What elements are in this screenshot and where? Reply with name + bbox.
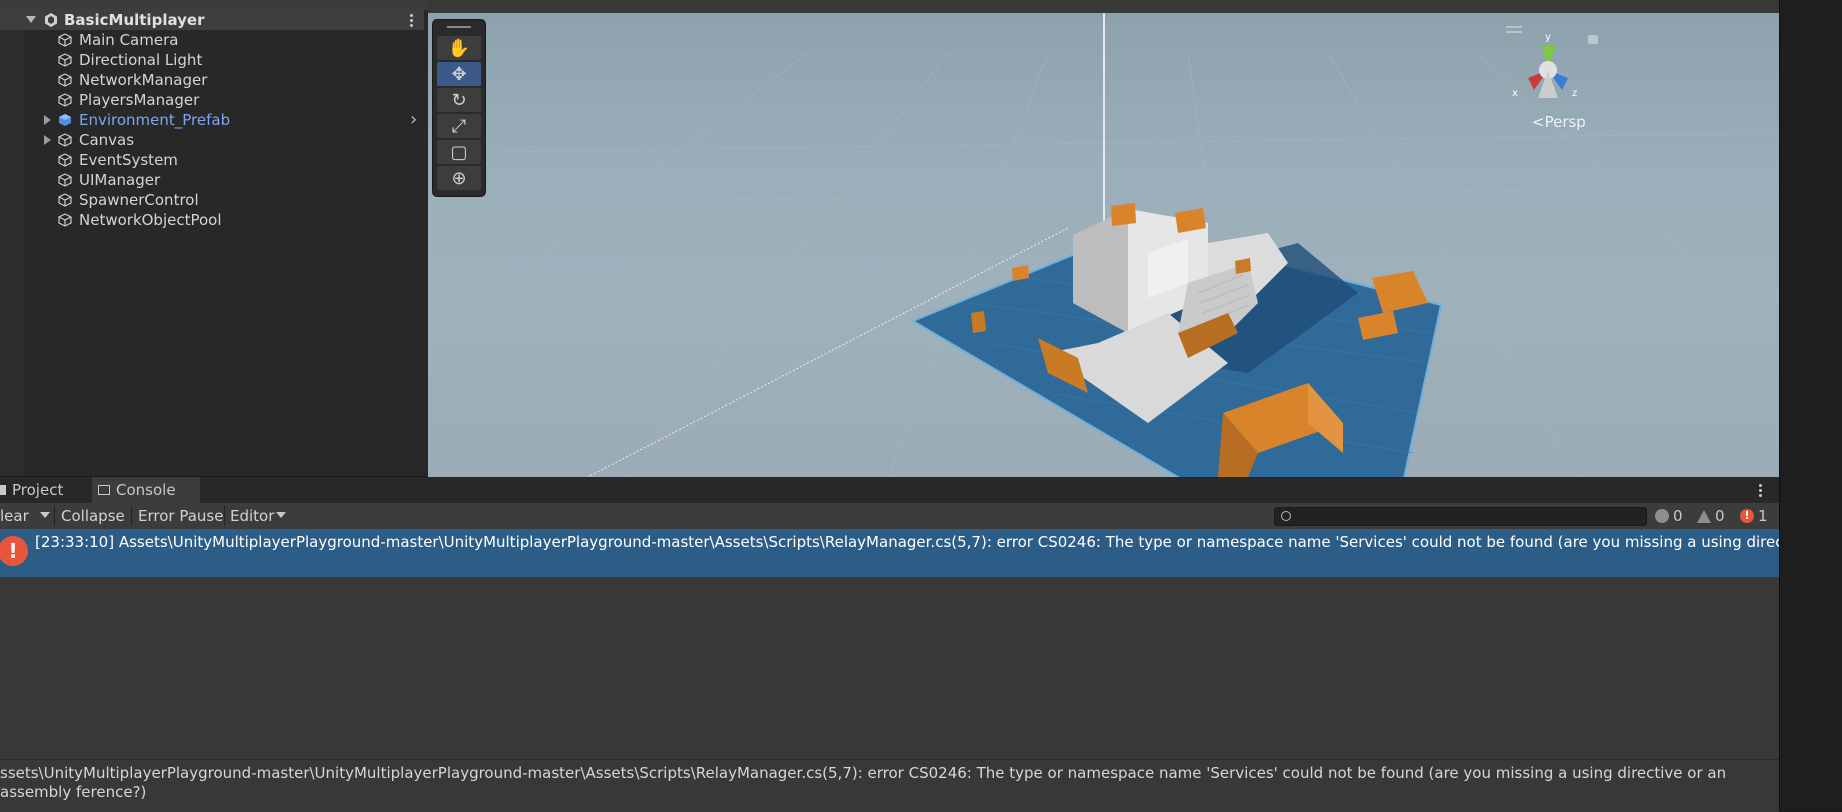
hand-tool-button[interactable]: ✋ — [437, 36, 481, 60]
console-menu-icon[interactable] — [1759, 484, 1762, 499]
log-detail-text: ssets\UnityMultiplayerPlayground-master\… — [0, 764, 1727, 801]
gameobject-cube-icon — [58, 93, 72, 107]
scale-tool-button[interactable]: ⤢ — [437, 114, 481, 138]
hierarchy-item[interactable]: Main Camera — [58, 30, 178, 50]
hierarchy-item[interactable]: EventSystem — [58, 150, 178, 170]
clear-button[interactable]: lear — [0, 503, 29, 529]
hierarchy-item[interactable]: SpawnerControl — [58, 190, 199, 210]
tab-project[interactable]: Project — [0, 477, 98, 503]
error-count-toggle[interactable]: ! 1 — [1740, 503, 1768, 529]
rect-tool-button[interactable]: ▢ — [437, 140, 481, 164]
log-count: 0 — [1673, 507, 1683, 525]
error-large-icon: ! — [0, 536, 28, 566]
scale-icon: ⤢ — [451, 115, 467, 137]
right-side-panel — [1779, 0, 1842, 811]
tab-console-label: Console — [116, 481, 176, 499]
gameobject-cube-icon — [58, 213, 72, 227]
info-icon — [1655, 509, 1669, 523]
editor-chevron-down-icon[interactable] — [276, 512, 286, 518]
log-detail-pane: ssets\UnityMultiplayerPlayground-master\… — [0, 759, 1779, 812]
log-entry-text: [23:33:10] Assets\UnityMultiplayerPlaygr… — [35, 533, 1779, 551]
hierarchy-item[interactable]: UIManager — [58, 170, 160, 190]
console-tab-bar — [0, 477, 1779, 503]
hierarchy-item-label: UIManager — [79, 171, 161, 189]
hierarchy-item[interactable]: Environment_Prefab — [58, 110, 230, 130]
toolbar-separator — [224, 506, 225, 526]
hierarchy-item-label: Directional Light — [79, 51, 203, 69]
scene-name: BasicMultiplayer — [64, 11, 205, 29]
tools-overlay: ✋ ✥ ↻ ⤢ ▢ ⊕ — [433, 20, 485, 196]
prefab-cube-icon — [59, 114, 71, 126]
foldout-arrow-icon[interactable] — [44, 135, 51, 145]
overlay-grip-icon[interactable] — [447, 26, 471, 28]
hierarchy-item-label: EventSystem — [79, 151, 178, 169]
error-pause-button[interactable]: Error Pause — [138, 503, 223, 529]
hierarchy-gutter — [0, 10, 24, 476]
clear-dropdown-icon[interactable] — [40, 512, 50, 518]
hierarchy-item-label: NetworkObjectPool — [79, 211, 222, 229]
hierarchy-item[interactable]: NetworkManager — [58, 70, 207, 90]
move-tool-button[interactable]: ✥ — [437, 62, 481, 86]
log-entry-row[interactable]: ! [23:33:10] Assets\UnityMultiplayerPlay… — [0, 529, 1779, 577]
hierarchy-item-label: PlayersManager — [79, 91, 200, 109]
hierarchy-item-label: Canvas — [79, 131, 135, 149]
scene-header-row[interactable]: BasicMultiplayer — [0, 10, 424, 30]
hierarchy-item-label: SpawnerControl — [79, 191, 199, 209]
gameobject-cube-icon — [58, 53, 72, 67]
rotate-icon: ↻ — [451, 89, 467, 111]
scene-menu-icon[interactable] — [410, 14, 413, 29]
editor-dropdown[interactable]: Editor — [230, 503, 274, 529]
rotate-tool-button[interactable]: ↻ — [437, 88, 481, 112]
console-search-input[interactable] — [1274, 507, 1647, 526]
projection-label: Persp — [1544, 113, 1586, 131]
persp-arrow-icon: < — [1532, 113, 1545, 131]
transform-icon: ⊕ — [451, 167, 467, 189]
toolbar-separator — [131, 506, 132, 526]
error-count: 1 — [1758, 507, 1768, 525]
console-icon — [98, 485, 110, 495]
orientation-gizmo[interactable]: x y z — [1468, 18, 1588, 118]
error-icon: ! — [1740, 509, 1754, 523]
warning-count-toggle[interactable]: 0 — [1697, 503, 1725, 529]
collapse-button[interactable]: Collapse — [61, 503, 125, 529]
gameobject-cube-icon — [58, 193, 72, 207]
gameobject-cube-icon — [58, 73, 72, 87]
scene-view[interactable]: x y z <Persp — [428, 13, 1779, 477]
lock-icon[interactable] — [1588, 35, 1598, 44]
projection-toggle[interactable]: <Persp — [1532, 113, 1586, 131]
gizmo-y-label: y — [1545, 32, 1551, 43]
warning-count: 0 — [1715, 507, 1725, 525]
hand-icon: ✋ — [447, 37, 471, 59]
hierarchy-item[interactable]: Directional Light — [58, 50, 202, 70]
scene-view-toolbar — [428, 0, 1779, 13]
gameobject-cube-icon — [58, 173, 72, 187]
hierarchy-item[interactable]: Canvas — [58, 130, 134, 150]
hierarchy-toolbar — [0, 0, 428, 10]
transform-tool-button[interactable]: ⊕ — [437, 166, 481, 190]
log-count-toggle[interactable]: 0 — [1655, 503, 1683, 529]
toolbar-separator — [54, 506, 55, 526]
unity-scene-icon — [45, 13, 57, 27]
hierarchy-item-label: Environment_Prefab — [79, 111, 231, 129]
hierarchy-item[interactable]: NetworkObjectPool — [58, 210, 222, 230]
hierarchy-item-label: Main Camera — [79, 31, 179, 49]
search-icon — [1281, 511, 1291, 521]
move-icon: ✥ — [451, 63, 467, 85]
gizmo-x-label: x — [1512, 88, 1518, 99]
tab-project-label: Project — [12, 481, 64, 499]
gameobject-cube-icon — [58, 33, 72, 47]
gameobject-cube-icon — [58, 133, 72, 147]
prefab-open-chevron-icon[interactable]: › — [410, 109, 417, 130]
gizmo-z-label: z — [1572, 88, 1577, 99]
chevron-down-icon[interactable] — [26, 16, 36, 23]
rect-icon: ▢ — [450, 141, 468, 163]
warning-icon — [1697, 509, 1711, 523]
foldout-arrow-icon[interactable] — [44, 115, 51, 125]
gameobject-cube-icon — [58, 153, 72, 167]
hierarchy-item-label: NetworkManager — [79, 71, 208, 89]
hierarchy-item[interactable]: PlayersManager — [58, 90, 199, 110]
folder-icon — [0, 485, 6, 495]
tab-console[interactable]: Console — [92, 477, 200, 503]
